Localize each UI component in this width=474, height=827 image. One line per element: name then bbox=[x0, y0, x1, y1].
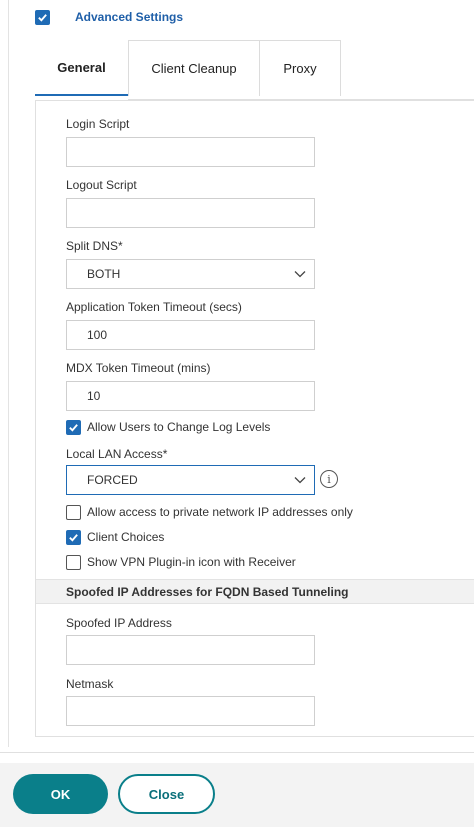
client-choices-checkbox[interactable] bbox=[66, 529, 81, 545]
allow-private-only-checkbox[interactable] bbox=[66, 504, 81, 520]
client-choices-row[interactable]: Client Choices bbox=[66, 529, 164, 545]
spoofed-ip-label: Spoofed IP Address bbox=[66, 616, 172, 630]
login-script-label: Login Script bbox=[66, 117, 130, 131]
mdx-token-timeout-input[interactable] bbox=[66, 381, 315, 411]
advanced-settings-row[interactable]: Advanced Settings bbox=[35, 8, 183, 26]
app-token-timeout-label: Application Token Timeout (secs) bbox=[66, 300, 242, 314]
allow-private-only-label: Allow access to private network IP addre… bbox=[87, 505, 353, 519]
check-icon bbox=[69, 423, 78, 432]
spoofed-ip-input[interactable] bbox=[66, 635, 315, 665]
netmask-input[interactable] bbox=[66, 696, 315, 726]
allow-change-log-levels-label: Allow Users to Change Log Levels bbox=[87, 420, 271, 434]
show-vpn-plugin-icon-checkbox[interactable] bbox=[66, 554, 81, 570]
split-dns-select[interactable]: BOTH bbox=[66, 259, 315, 289]
spoofed-section-title: Spoofed IP Addresses for FQDN Based Tunn… bbox=[66, 585, 349, 599]
tab-proxy[interactable]: Proxy bbox=[260, 40, 341, 96]
local-lan-access-value: FORCED bbox=[87, 473, 138, 487]
app-token-timeout-input[interactable] bbox=[66, 320, 315, 350]
advanced-settings-label[interactable]: Advanced Settings bbox=[75, 10, 183, 24]
logout-script-label: Logout Script bbox=[66, 178, 137, 192]
chevron-down-icon bbox=[294, 271, 306, 278]
allow-private-only-row[interactable]: Allow access to private network IP addre… bbox=[66, 504, 353, 520]
login-script-input[interactable] bbox=[66, 137, 315, 167]
close-button[interactable]: Close bbox=[118, 774, 215, 814]
netmask-label: Netmask bbox=[66, 677, 114, 691]
footer-divider bbox=[0, 752, 474, 753]
tab-bar: General Client Cleanup Proxy bbox=[35, 40, 341, 96]
tab-general[interactable]: General bbox=[35, 40, 128, 96]
logout-script-input[interactable] bbox=[66, 198, 315, 228]
ok-button[interactable]: OK bbox=[13, 774, 108, 814]
show-vpn-plugin-icon-row[interactable]: Show VPN Plugin-in icon with Receiver bbox=[66, 554, 296, 570]
local-lan-access-label: Local LAN Access* bbox=[66, 447, 168, 461]
show-vpn-plugin-icon-label: Show VPN Plugin-in icon with Receiver bbox=[87, 555, 296, 569]
check-icon bbox=[69, 533, 78, 542]
local-lan-access-select[interactable]: FORCED bbox=[66, 465, 315, 495]
mdx-token-timeout-label: MDX Token Timeout (mins) bbox=[66, 361, 211, 375]
chevron-down-icon bbox=[294, 477, 306, 484]
split-dns-label: Split DNS* bbox=[66, 239, 123, 253]
split-dns-value: BOTH bbox=[87, 267, 121, 281]
allow-change-log-levels-row[interactable]: Allow Users to Change Log Levels bbox=[66, 419, 270, 435]
tab-client-cleanup[interactable]: Client Cleanup bbox=[128, 40, 260, 96]
allow-change-log-levels-checkbox[interactable] bbox=[66, 419, 81, 435]
info-icon[interactable]: i bbox=[320, 470, 338, 488]
left-border bbox=[8, 0, 9, 747]
client-choices-label: Client Choices bbox=[87, 530, 165, 544]
advanced-settings-checkbox[interactable] bbox=[35, 9, 50, 25]
check-icon bbox=[38, 13, 47, 22]
